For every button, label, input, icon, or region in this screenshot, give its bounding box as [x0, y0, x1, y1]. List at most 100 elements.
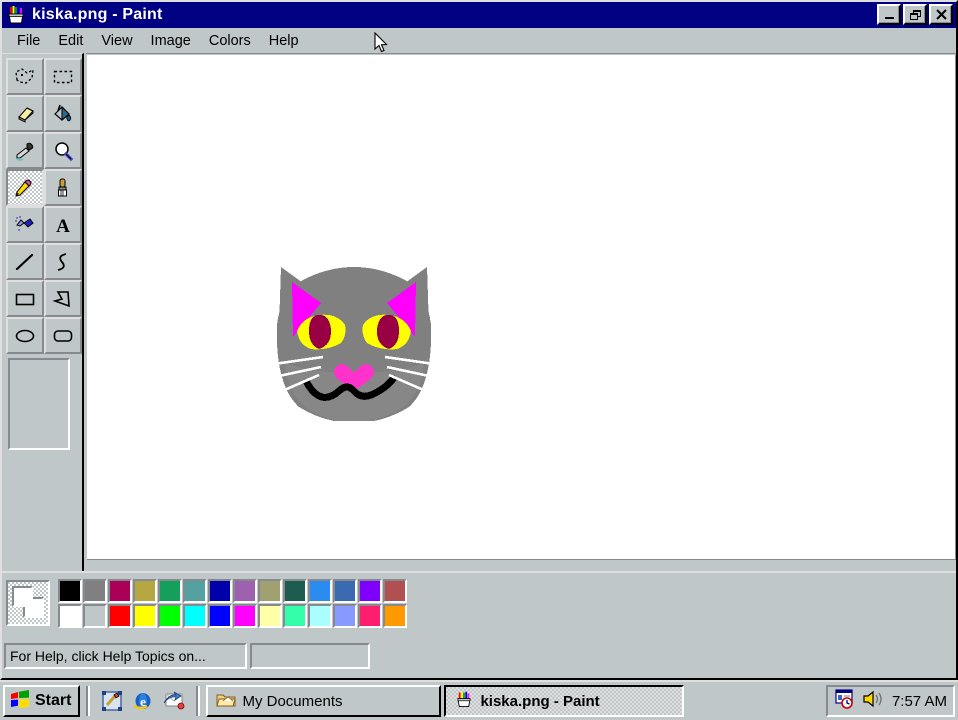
- palette-swatch-bottom-9[interactable]: [283, 603, 307, 628]
- ellipse-icon: [15, 329, 35, 342]
- status-second-pane: [250, 642, 370, 669]
- rounded-rectangle-tool[interactable]: [44, 317, 82, 354]
- palette-swatch-top-3[interactable]: [133, 578, 157, 603]
- palette-swatch-top-1[interactable]: [83, 578, 107, 603]
- titlebar[interactable]: kiska.png - Paint: [2, 2, 956, 28]
- menu-item-colors[interactable]: Colors: [200, 31, 260, 51]
- tool-options-panel: [8, 358, 70, 450]
- palette-swatch-top-13[interactable]: [383, 578, 407, 603]
- titlebar-buttons: [877, 4, 953, 25]
- palette-swatch-bottom-6[interactable]: [208, 603, 232, 628]
- palette-swatch-bottom-5[interactable]: [183, 603, 207, 628]
- clock[interactable]: 7:57 AM: [892, 693, 947, 710]
- rectangle-tool[interactable]: [6, 280, 44, 317]
- minimize-button[interactable]: [877, 4, 901, 25]
- eraser-icon: [18, 106, 34, 123]
- canvas-area[interactable]: [86, 53, 956, 571]
- palette-swatch-top-2[interactable]: [108, 578, 132, 603]
- menu-item-file[interactable]: File: [8, 31, 49, 51]
- folder-icon: [216, 691, 237, 712]
- text-tool[interactable]: A: [44, 206, 82, 243]
- palette-swatch-bottom-7[interactable]: [233, 603, 257, 628]
- curve-tool[interactable]: [44, 243, 82, 280]
- work-area: A For Help, click Help Topics on...: [2, 53, 956, 678]
- pencil-icon: [15, 179, 32, 197]
- palette-swatch-bottom-2[interactable]: [108, 603, 132, 628]
- toolbox: A: [2, 53, 84, 571]
- palette-swatch-bottom-13[interactable]: [383, 603, 407, 628]
- menu-item-edit[interactable]: Edit: [49, 31, 92, 51]
- show-desktop-icon[interactable]: [100, 689, 124, 713]
- palette-swatch-top-9[interactable]: [283, 578, 307, 603]
- start-button-label: Start: [35, 692, 72, 709]
- palette-swatch-top-6[interactable]: [208, 578, 232, 603]
- menubar: File Edit View Image Colors Help: [2, 28, 956, 53]
- palette-swatch-top-11[interactable]: [333, 578, 357, 603]
- magnifier-tool[interactable]: [44, 132, 82, 169]
- palette-swatch-top-0[interactable]: [58, 578, 82, 603]
- brush-icon: [58, 178, 67, 196]
- palette-swatch-bottom-3[interactable]: [133, 603, 157, 628]
- airbrush-tool[interactable]: [6, 206, 44, 243]
- free-form-select-icon: [15, 67, 34, 84]
- line-tool[interactable]: [6, 243, 44, 280]
- palette-swatch-top-7[interactable]: [233, 578, 257, 603]
- restore-button[interactable]: [903, 4, 927, 25]
- curve-icon: [57, 252, 67, 271]
- paint-bucket-icon: [54, 104, 72, 121]
- taskbar-button-my-documents[interactable]: My Documents: [206, 685, 442, 717]
- paint-cup-icon: [5, 4, 27, 26]
- line-icon: [15, 253, 34, 270]
- magnifier-icon: [55, 141, 74, 161]
- palette-swatch-top-4[interactable]: [158, 578, 182, 603]
- free-form-select-tool[interactable]: [6, 58, 44, 95]
- taskbar-separator-1: [86, 686, 91, 716]
- palette-swatch-bottom-10[interactable]: [308, 603, 332, 628]
- svg-text:A: A: [56, 216, 70, 236]
- system-tray: 7:57 AM: [825, 685, 955, 717]
- minimize-icon: [879, 6, 899, 23]
- select-tool[interactable]: [44, 58, 82, 95]
- palette-swatch-top-5[interactable]: [183, 578, 207, 603]
- text-icon: A: [56, 216, 70, 236]
- color-palette: [2, 571, 956, 633]
- eraser-tool[interactable]: [6, 95, 44, 132]
- canvas-sheet[interactable]: [87, 55, 956, 560]
- paint-window: kiska.png - Paint File Edit View Image C…: [0, 0, 958, 680]
- palette-swatch-bottom-1[interactable]: [83, 603, 107, 628]
- tool-grid: A: [6, 58, 82, 354]
- status-help-text: For Help, click Help Topics on...: [4, 642, 247, 669]
- fill-tool[interactable]: [44, 95, 82, 132]
- desktop-screen: kiska.png - Paint File Edit View Image C…: [0, 0, 958, 720]
- palette-swatch-bottom-11[interactable]: [333, 603, 357, 628]
- palette-swatch-bottom-8[interactable]: [258, 603, 282, 628]
- palette-swatch-top-8[interactable]: [258, 578, 282, 603]
- rounded-rectangle-icon: [53, 329, 73, 342]
- palette-grid: [56, 577, 409, 630]
- volume-icon[interactable]: [861, 688, 883, 715]
- palette-swatch-bottom-4[interactable]: [158, 603, 182, 628]
- start-button[interactable]: Start: [3, 685, 81, 717]
- palette-swatch-bottom-0[interactable]: [58, 603, 82, 628]
- statusbar: For Help, click Help Topics on...: [2, 633, 956, 678]
- menu-item-image[interactable]: Image: [142, 31, 200, 51]
- polygon-icon: [52, 290, 70, 307]
- menu-item-help[interactable]: Help: [260, 31, 308, 51]
- taskbar: Start e My Documents kiska.png - Paint 7…: [0, 680, 958, 720]
- ellipse-tool[interactable]: [6, 317, 44, 354]
- pick-color-tool[interactable]: [6, 132, 44, 169]
- outlook-express-icon[interactable]: [162, 689, 186, 713]
- palette-swatch-top-12[interactable]: [358, 578, 382, 603]
- task-scheduler-icon[interactable]: [834, 688, 856, 715]
- palette-swatch-top-10[interactable]: [308, 578, 332, 603]
- palette-swatch-bottom-12[interactable]: [358, 603, 382, 628]
- internet-explorer-icon[interactable]: e: [131, 689, 155, 713]
- foreground-background-selector[interactable]: [6, 580, 50, 626]
- pencil-tool[interactable]: [6, 169, 44, 206]
- taskbar-button-paint[interactable]: kiska.png - Paint: [444, 685, 685, 717]
- polygon-tool[interactable]: [44, 280, 82, 317]
- menu-item-view[interactable]: View: [92, 31, 141, 51]
- brush-tool[interactable]: [44, 169, 82, 206]
- close-button[interactable]: [929, 4, 953, 25]
- foreground-color-swatch[interactable]: [12, 586, 33, 607]
